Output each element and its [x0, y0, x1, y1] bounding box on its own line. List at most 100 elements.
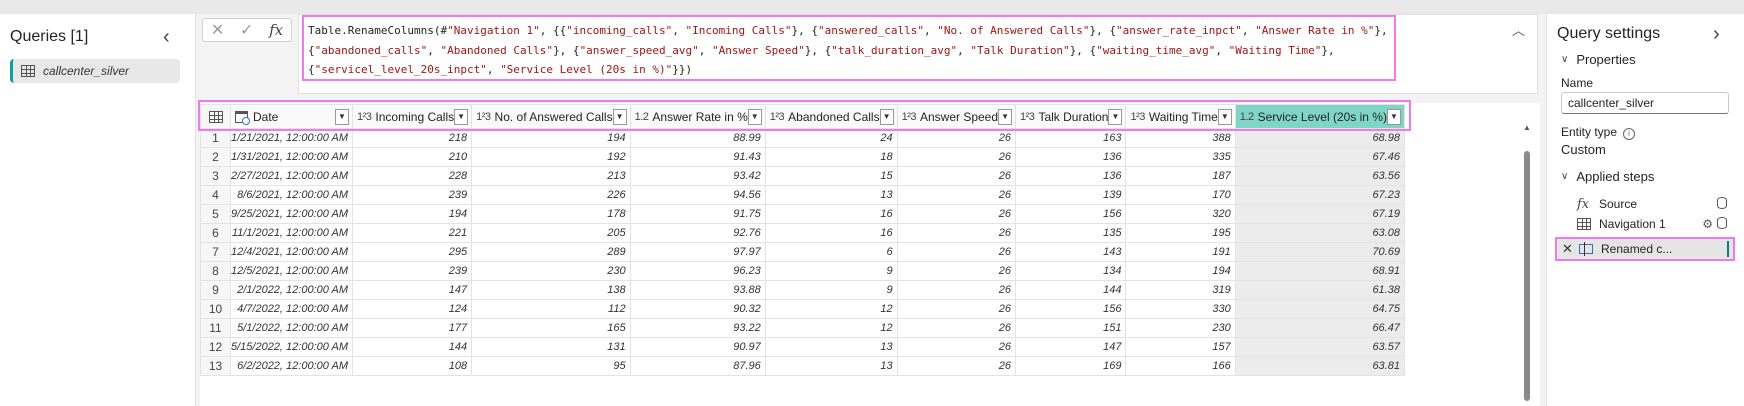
table-cell[interactable]: 213 — [471, 166, 631, 186]
table-cell[interactable]: 1/21/2021, 12:00:00 AM — [229, 128, 354, 148]
table-cell[interactable]: 26 — [896, 318, 1017, 338]
table-cell[interactable]: 330 — [1125, 299, 1236, 319]
table-cell[interactable]: 205 — [471, 223, 631, 243]
table-cell[interactable]: 136 — [1015, 147, 1127, 167]
query-item-callcenter-silver[interactable]: callcenter_silver — [10, 59, 180, 83]
table-cell[interactable]: 16 — [764, 204, 898, 224]
table-cell[interactable]: 2/1/2022, 12:00:00 AM — [229, 280, 354, 300]
column-filter-dropdown-icon[interactable]: ▼ — [612, 108, 627, 125]
table-cell[interactable]: 177 — [352, 318, 473, 338]
column-header-talk-duration[interactable]: 1²3 Talk Duration ▼ — [1015, 104, 1127, 129]
table-cell[interactable]: 226 — [471, 185, 631, 205]
collapse-formula-chevron-up-icon[interactable]: ︿ — [1512, 20, 1525, 39]
table-cell[interactable]: 144 — [1015, 280, 1127, 300]
table-cell[interactable]: 9 — [764, 261, 898, 281]
table-cell[interactable]: 156 — [1015, 299, 1127, 319]
table-cell[interactable]: 124 — [352, 299, 473, 319]
table-cell[interactable]: 94.56 — [629, 185, 766, 205]
table-cell[interactable]: 1/31/2021, 12:00:00 AM — [229, 147, 354, 167]
row-number[interactable]: 5 — [200, 204, 231, 224]
table-cell[interactable]: 26 — [896, 128, 1017, 148]
column-filter-dropdown-icon[interactable]: ▼ — [879, 108, 894, 125]
cancel-x-icon[interactable]: ✕ — [211, 20, 224, 40]
table-cell[interactable]: 108 — [352, 356, 473, 376]
table-cell[interactable]: 195 — [1125, 223, 1236, 243]
datetime-type-icon[interactable] — [235, 110, 250, 125]
table-cell[interactable]: 26 — [896, 299, 1017, 319]
row-number[interactable]: 12 — [200, 337, 231, 357]
table-cell[interactable]: 26 — [896, 242, 1017, 262]
table-cell[interactable]: 239 — [352, 185, 473, 205]
table-cell[interactable]: 67.23 — [1234, 185, 1405, 205]
table-cell[interactable]: 139 — [1015, 185, 1127, 205]
row-number[interactable]: 1 — [200, 128, 231, 148]
table-cell[interactable]: 8/6/2021, 12:00:00 AM — [229, 185, 354, 205]
step-renamed-columns[interactable]: ✕ Renamed c... — [1555, 237, 1735, 261]
row-number[interactable]: 13 — [200, 356, 231, 376]
table-cell[interactable]: 165 — [471, 318, 631, 338]
column-filter-dropdown-icon[interactable]: ▼ — [747, 108, 762, 125]
properties-section-toggle[interactable]: ∨ Properties — [1561, 52, 1636, 67]
table-cell[interactable]: 144 — [352, 337, 473, 357]
table-cell[interactable]: 61.38 — [1234, 280, 1405, 300]
row-number[interactable]: 8 — [200, 261, 231, 281]
table-cell[interactable]: 147 — [352, 280, 473, 300]
whole-number-type-icon[interactable]: 1²3 — [770, 111, 785, 123]
table-cell[interactable]: 96.23 — [629, 261, 766, 281]
table-cell[interactable]: 63.81 — [1234, 356, 1405, 376]
table-cell[interactable]: 289 — [471, 242, 631, 262]
table-cell[interactable]: 26 — [896, 166, 1017, 186]
table-cell[interactable]: 178 — [471, 204, 631, 224]
table-cell[interactable]: 26 — [896, 204, 1017, 224]
table-cell[interactable]: 136 — [1015, 166, 1127, 186]
table-cell[interactable]: 218 — [352, 128, 473, 148]
table-cell[interactable]: 70.69 — [1234, 242, 1405, 262]
column-header-no-of-answered-calls[interactable]: 1²3 No. of Answered Calls ▼ — [471, 104, 631, 129]
table-cell[interactable]: 335 — [1125, 147, 1236, 167]
row-number[interactable]: 3 — [200, 166, 231, 186]
column-header-date[interactable]: Date ▼ — [229, 104, 354, 129]
table-cell[interactable]: 68.98 — [1234, 128, 1405, 148]
table-cell[interactable]: 163 — [1015, 128, 1127, 148]
step-source[interactable]: fx Source — [1555, 194, 1735, 214]
column-filter-dropdown-icon[interactable]: ▼ — [998, 108, 1013, 125]
table-cell[interactable]: 93.42 — [629, 166, 766, 186]
column-header-abandoned-calls[interactable]: 1²3 Abandoned Calls ▼ — [764, 104, 898, 129]
collapse-queries-chevron-left-icon[interactable]: ‹ — [163, 26, 170, 49]
column-filter-dropdown-icon[interactable]: ▼ — [1217, 108, 1232, 125]
column-header-waiting-time[interactable]: 1²3 Waiting Time ▼ — [1125, 104, 1236, 129]
row-number[interactable]: 2 — [200, 147, 231, 167]
info-icon[interactable]: i — [1623, 128, 1636, 140]
table-cell[interactable]: 134 — [1015, 261, 1127, 281]
formula-input[interactable]: Table.RenameColumns(#"Navigation 1", {{"… — [302, 15, 1396, 81]
whole-number-type-icon[interactable]: 1²3 — [1130, 111, 1145, 123]
table-cell[interactable]: 9/25/2021, 12:00:00 AM — [229, 204, 354, 224]
whole-number-type-icon[interactable]: 1²3 — [902, 111, 917, 123]
table-cell[interactable]: 91.75 — [629, 204, 766, 224]
table-cell[interactable]: 147 — [1015, 337, 1127, 357]
table-cell[interactable]: 90.32 — [629, 299, 766, 319]
column-filter-dropdown-icon[interactable]: ▼ — [1108, 108, 1123, 125]
table-cell[interactable]: 63.08 — [1234, 223, 1405, 243]
database-icon[interactable] — [1717, 217, 1727, 229]
row-number[interactable]: 9 — [200, 280, 231, 300]
table-cell[interactable]: 5/1/2022, 12:00:00 AM — [229, 318, 354, 338]
table-cell[interactable]: 88.99 — [629, 128, 766, 148]
table-cell[interactable]: 26 — [896, 280, 1017, 300]
table-cell[interactable]: 67.19 — [1234, 204, 1405, 224]
table-cell[interactable]: 230 — [1125, 318, 1236, 338]
database-icon[interactable] — [1717, 197, 1727, 209]
table-cell[interactable]: 156 — [1015, 204, 1127, 224]
decimal-type-icon[interactable]: 1.2 — [635, 111, 649, 123]
column-header-answer-speed[interactable]: 1²3 Answer Speed ▼ — [896, 104, 1017, 129]
table-cell[interactable]: 319 — [1125, 280, 1236, 300]
table-cell[interactable]: 64.75 — [1234, 299, 1405, 319]
table-cell[interactable]: 92.76 — [629, 223, 766, 243]
row-number[interactable]: 6 — [200, 223, 231, 243]
applied-steps-section-toggle[interactable]: ∨ Applied steps — [1561, 169, 1654, 184]
table-cell[interactable]: 87.96 — [629, 356, 766, 376]
table-cell[interactable]: 138 — [471, 280, 631, 300]
table-cell[interactable]: 131 — [471, 337, 631, 357]
table-cell[interactable]: 26 — [896, 337, 1017, 357]
table-cell[interactable]: 95 — [471, 356, 631, 376]
